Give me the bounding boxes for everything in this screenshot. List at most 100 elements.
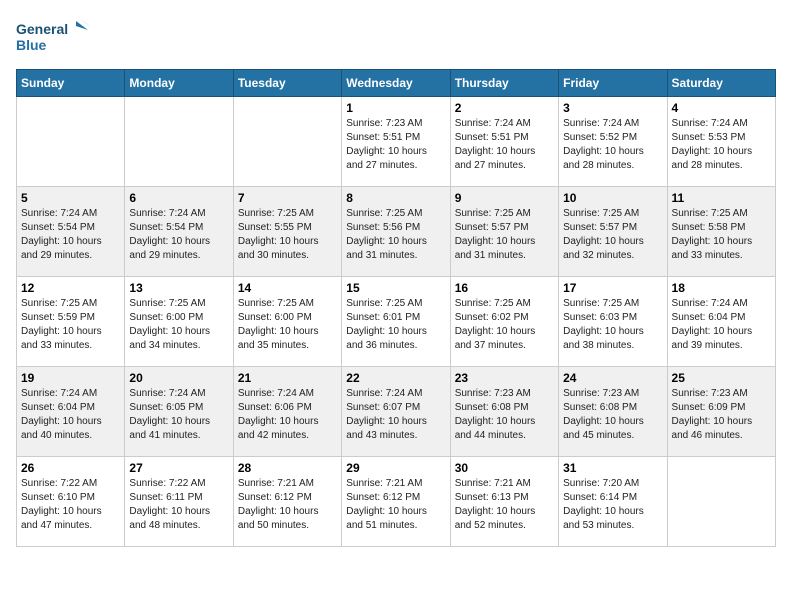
calendar-cell: 28 Sunrise: 7:21 AMSunset: 6:12 PMDayligh… <box>233 457 341 547</box>
day-info: Sunrise: 7:23 AMSunset: 6:08 PMDaylight:… <box>563 387 662 443</box>
day-number: 1 <box>346 101 445 115</box>
day-number: 29 <box>346 461 445 475</box>
calendar-week-5: 26Sunrise: 7:22 AMSunset: 6:10 PMDayligh… <box>17 457 776 547</box>
calendar-cell: 19 Sunrise: 7:24 AMSunset: 6:04 PMDayligh… <box>17 367 125 457</box>
calendar-cell: 25 Sunrise: 7:23 AMSunset: 6:09 PMDayligh… <box>667 367 775 457</box>
calendar-cell: 12 Sunrise: 7:25 AMSunset: 5:59 PMDayligh… <box>17 277 125 367</box>
weekday-header-thursday: Thursday <box>450 70 558 97</box>
calendar-cell: 13 Sunrise: 7:25 AMSunset: 6:00 PMDayligh… <box>125 277 233 367</box>
day-number: 7 <box>238 191 337 205</box>
day-number: 20 <box>129 371 228 385</box>
day-number: 22 <box>346 371 445 385</box>
day-number: 19 <box>21 371 120 385</box>
calendar-cell: 27Sunrise: 7:22 AMSunset: 6:11 PMDayligh… <box>125 457 233 547</box>
day-number: 23 <box>455 371 554 385</box>
calendar-body: 1Sunrise: 7:23 AMSunset: 5:51 PMDaylight… <box>17 97 776 547</box>
day-number: 13 <box>129 281 228 295</box>
day-info: Sunrise: 7:24 AMSunset: 5:54 PMDaylight:… <box>21 207 120 263</box>
day-info: Sunrise: 7:23 AMSunset: 6:09 PMDaylight:… <box>672 387 771 443</box>
day-info: Sunrise: 7:22 AMSunset: 6:11 PMDaylight:… <box>129 477 228 533</box>
day-number: 18 <box>672 281 771 295</box>
day-number: 5 <box>21 191 120 205</box>
svg-text:General: General <box>16 21 68 37</box>
calendar-cell <box>125 97 233 187</box>
day-number: 21 <box>238 371 337 385</box>
weekday-header-monday: Monday <box>125 70 233 97</box>
weekday-header-tuesday: Tuesday <box>233 70 341 97</box>
calendar-week-1: 1Sunrise: 7:23 AMSunset: 5:51 PMDaylight… <box>17 97 776 187</box>
calendar-cell: 20 Sunrise: 7:24 AMSunset: 6:05 PMDayligh… <box>125 367 233 457</box>
day-info: Sunrise: 7:24 AMSunset: 5:53 PMDaylight:… <box>672 117 771 173</box>
day-info: Sunrise: 7:20 AMSunset: 6:14 PMDaylight:… <box>563 477 662 533</box>
day-info: Sunrise: 7:23 AMSunset: 6:08 PMDaylight:… <box>455 387 554 443</box>
day-info: Sunrise: 7:25 AMSunset: 5:58 PMDaylight:… <box>672 207 771 263</box>
day-info: Sunrise: 7:24 AMSunset: 5:54 PMDaylight:… <box>129 207 228 263</box>
day-info: Sunrise: 7:24 AMSunset: 6:04 PMDaylight:… <box>21 387 120 443</box>
calendar-cell <box>233 97 341 187</box>
calendar-cell: 7 Sunrise: 7:25 AMSunset: 5:55 PMDaylight… <box>233 187 341 277</box>
calendar-cell: 24 Sunrise: 7:23 AMSunset: 6:08 PMDayligh… <box>559 367 667 457</box>
day-number: 16 <box>455 281 554 295</box>
day-number: 10 <box>563 191 662 205</box>
calendar-cell: 29 Sunrise: 7:21 AMSunset: 6:12 PMDayligh… <box>342 457 450 547</box>
calendar-cell: 1Sunrise: 7:23 AMSunset: 5:51 PMDaylight… <box>342 97 450 187</box>
calendar-cell: 8Sunrise: 7:25 AMSunset: 5:56 PMDaylight… <box>342 187 450 277</box>
weekday-header-friday: Friday <box>559 70 667 97</box>
day-info: Sunrise: 7:24 AMSunset: 5:52 PMDaylight:… <box>563 117 662 173</box>
day-info: Sunrise: 7:25 AMSunset: 6:01 PMDaylight:… <box>346 297 445 353</box>
calendar-week-2: 5 Sunrise: 7:24 AMSunset: 5:54 PMDaylight… <box>17 187 776 277</box>
weekday-header-sunday: Sunday <box>17 70 125 97</box>
weekday-row: SundayMondayTuesdayWednesdayThursdayFrid… <box>17 70 776 97</box>
day-info: Sunrise: 7:25 AMSunset: 5:57 PMDaylight:… <box>455 207 554 263</box>
calendar-cell: 18 Sunrise: 7:24 AMSunset: 6:04 PMDayligh… <box>667 277 775 367</box>
day-number: 8 <box>346 191 445 205</box>
day-info: Sunrise: 7:25 AMSunset: 5:57 PMDaylight:… <box>563 207 662 263</box>
calendar-cell <box>17 97 125 187</box>
page-header: General Blue <box>16 16 776 61</box>
calendar-cell: 26Sunrise: 7:22 AMSunset: 6:10 PMDayligh… <box>17 457 125 547</box>
calendar-cell <box>667 457 775 547</box>
day-number: 25 <box>672 371 771 385</box>
calendar-table: SundayMondayTuesdayWednesdayThursdayFrid… <box>16 69 776 547</box>
calendar-cell: 23 Sunrise: 7:23 AMSunset: 6:08 PMDayligh… <box>450 367 558 457</box>
day-number: 12 <box>21 281 120 295</box>
day-info: Sunrise: 7:25 AMSunset: 6:00 PMDaylight:… <box>129 297 228 353</box>
logo-svg: General Blue <box>16 16 96 61</box>
day-number: 11 <box>672 191 771 205</box>
day-info: Sunrise: 7:25 AMSunset: 5:55 PMDaylight:… <box>238 207 337 263</box>
day-info: Sunrise: 7:21 AMSunset: 6:13 PMDaylight:… <box>455 477 554 533</box>
calendar-header: SundayMondayTuesdayWednesdayThursdayFrid… <box>17 70 776 97</box>
day-info: Sunrise: 7:25 AMSunset: 6:03 PMDaylight:… <box>563 297 662 353</box>
calendar-cell: 30 Sunrise: 7:21 AMSunset: 6:13 PMDayligh… <box>450 457 558 547</box>
day-number: 31 <box>563 461 662 475</box>
calendar-cell: 17Sunrise: 7:25 AMSunset: 6:03 PMDayligh… <box>559 277 667 367</box>
day-info: Sunrise: 7:24 AMSunset: 6:07 PMDaylight:… <box>346 387 445 443</box>
day-info: Sunrise: 7:21 AMSunset: 6:12 PMDaylight:… <box>238 477 337 533</box>
day-number: 30 <box>455 461 554 475</box>
calendar-cell: 16 Sunrise: 7:25 AMSunset: 6:02 PMDayligh… <box>450 277 558 367</box>
day-info: Sunrise: 7:24 AMSunset: 6:04 PMDaylight:… <box>672 297 771 353</box>
weekday-header-wednesday: Wednesday <box>342 70 450 97</box>
day-info: Sunrise: 7:24 AMSunset: 5:51 PMDaylight:… <box>455 117 554 173</box>
weekday-header-saturday: Saturday <box>667 70 775 97</box>
day-info: Sunrise: 7:25 AMSunset: 6:02 PMDaylight:… <box>455 297 554 353</box>
calendar-cell: 31 Sunrise: 7:20 AMSunset: 6:14 PMDayligh… <box>559 457 667 547</box>
calendar-cell: 11 Sunrise: 7:25 AMSunset: 5:58 PMDayligh… <box>667 187 775 277</box>
day-info: Sunrise: 7:24 AMSunset: 6:06 PMDaylight:… <box>238 387 337 443</box>
calendar-cell: 5 Sunrise: 7:24 AMSunset: 5:54 PMDaylight… <box>17 187 125 277</box>
calendar-week-3: 12 Sunrise: 7:25 AMSunset: 5:59 PMDayligh… <box>17 277 776 367</box>
day-info: Sunrise: 7:25 AMSunset: 5:59 PMDaylight:… <box>21 297 120 353</box>
day-info: Sunrise: 7:21 AMSunset: 6:12 PMDaylight:… <box>346 477 445 533</box>
day-info: Sunrise: 7:22 AMSunset: 6:10 PMDaylight:… <box>21 477 120 533</box>
calendar-cell: 21 Sunrise: 7:24 AMSunset: 6:06 PMDayligh… <box>233 367 341 457</box>
calendar-cell: 4Sunrise: 7:24 AMSunset: 5:53 PMDaylight… <box>667 97 775 187</box>
day-number: 24 <box>563 371 662 385</box>
calendar-cell: 2 Sunrise: 7:24 AMSunset: 5:51 PMDaylight… <box>450 97 558 187</box>
day-number: 28 <box>238 461 337 475</box>
day-number: 2 <box>455 101 554 115</box>
day-info: Sunrise: 7:24 AMSunset: 6:05 PMDaylight:… <box>129 387 228 443</box>
calendar-cell: 9Sunrise: 7:25 AMSunset: 5:57 PMDaylight… <box>450 187 558 277</box>
calendar-cell: 3Sunrise: 7:24 AMSunset: 5:52 PMDaylight… <box>559 97 667 187</box>
logo: General Blue <box>16 16 96 61</box>
calendar-cell: 15Sunrise: 7:25 AMSunset: 6:01 PMDayligh… <box>342 277 450 367</box>
